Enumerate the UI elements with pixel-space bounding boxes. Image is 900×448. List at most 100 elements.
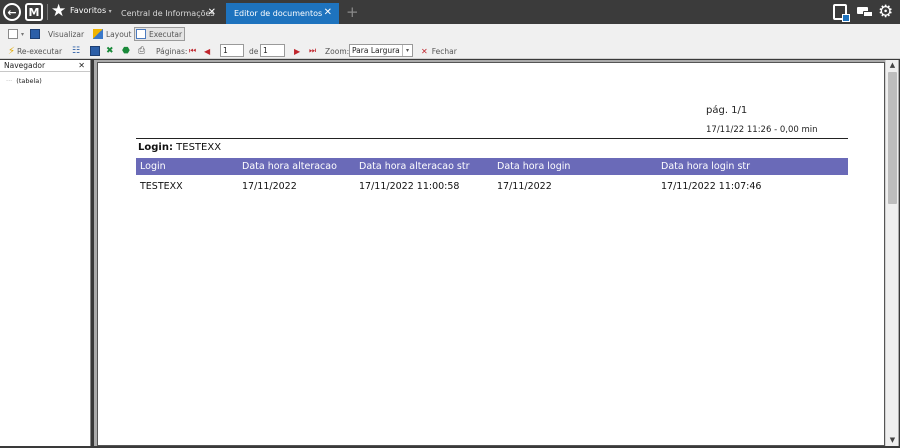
table-cell: 17/11/2022 11:00:58 [359,181,460,192]
tab-label: Central de Informações [121,9,215,18]
tree-connector: ··· [6,77,13,85]
save-icon [30,29,40,39]
table-cell: TESTEXX [140,181,183,192]
table-header: Login Data hora alteracao Data hora alte… [136,158,848,175]
export-excel-button[interactable]: ✖ [106,44,114,58]
executar-button[interactable]: Executar [134,27,186,41]
tree-item-label: (tabela) [16,77,42,85]
zoom-text: Zoom: [325,46,350,56]
column-header: Data hora alteracao [242,161,337,172]
zoom-label: Zoom: [325,44,349,58]
excel-icon: ✖ [106,46,114,56]
last-page-button[interactable]: ⏭ [309,44,316,58]
close-icon: ✕ [421,46,428,56]
zoom-select[interactable]: Para Largura ▾ [349,44,413,57]
login-value: TESTEXX [176,142,222,153]
generated-timestamp: 17/11/22 11:26 - 0,00 min [706,125,818,135]
tree-button[interactable]: ☷ [72,44,80,58]
login-label: Login: [138,142,173,153]
layout-icon [93,29,103,39]
de-label: de [249,44,258,58]
first-page-button[interactable]: ⏮ [189,44,196,58]
star-icon[interactable]: ★ [51,1,66,21]
total-pages-field: 1 [260,44,285,57]
toolbar-area: ▾ Visualizar Layout Executar ⚡ Re-execut… [0,24,900,59]
column-header: Login [140,161,166,172]
first-page-icon: ⏮ [189,46,197,55]
execute-icon [136,29,146,39]
tab-editor-de-documentos[interactable]: Editor de documentos ✕ [226,3,339,24]
tree-item-tabela[interactable]: ··· (tabela) [6,77,42,85]
export-button[interactable]: ⬣ [122,44,130,58]
favorites-menu[interactable]: Favoritos ▾ [70,6,112,15]
prev-page-button[interactable]: ◀ [204,44,210,58]
scroll-down-icon[interactable]: ▼ [886,435,899,446]
next-page-button[interactable]: ▶ [294,44,300,58]
chevron-down-icon: ▾ [108,8,112,15]
clipboard-icon[interactable] [833,4,850,22]
fechar-label: Fechar [431,46,457,56]
visualizar-button[interactable]: Visualizar [48,27,84,41]
new-document-button[interactable]: ▾ [8,27,24,41]
top-bar: ← M ★ Favoritos ▾ Central de Informações… [0,0,900,24]
navigator-header: Navegador ✕ [0,60,90,72]
save-button[interactable] [30,27,43,41]
close-icon[interactable]: ✕ [324,7,332,18]
scroll-up-icon[interactable]: ▲ [886,60,899,71]
save-report-button[interactable] [90,44,103,58]
paginas-text: Páginas: [156,46,188,56]
fechar-button[interactable]: ✕ Fechar [421,44,457,58]
back-arrow-icon[interactable]: ← [3,3,21,21]
document-viewer: pág. 1/1 17/11/22 11:26 - 0,00 min Login… [94,60,899,446]
layout-label: Layout [106,29,132,39]
login-group-header: Login: TESTEXX [138,142,221,153]
printer-icon: ⎙ [138,46,146,56]
save-icon [90,46,100,56]
current-page-input[interactable]: 1 [220,44,244,57]
close-icon[interactable]: ✕ [78,60,85,72]
last-page-icon: ⏭ [309,46,317,55]
tab-label: Editor de documentos [234,9,323,18]
home-logo-icon[interactable]: M [25,3,43,21]
navigator-panel: Navegador ✕ ··· (tabela) [0,60,91,446]
reexecutar-label: Re-executar [17,46,63,56]
prev-page-icon: ◀ [204,46,211,56]
report-page: pág. 1/1 17/11/22 11:26 - 0,00 min Login… [97,62,885,446]
column-header: Data hora alteracao str [359,161,470,172]
divider [136,138,848,139]
close-icon[interactable]: ✕ [208,7,216,18]
visualizar-label: Visualizar [48,29,85,39]
navigator-title: Navegador [4,61,46,70]
reexecutar-button[interactable]: ⚡ Re-executar [8,44,62,58]
export-icon: ⬣ [122,46,130,56]
document-icon [8,29,18,39]
divider [47,4,48,20]
zoom-value: Para Largura [352,46,400,55]
table-row: TESTEXX 17/11/2022 17/11/2022 11:00:58 1… [136,178,848,194]
toolbar-row-2: ⚡ Re-executar ☷ ✖ ⬣ ⎙ Páginas: ⏮ ◀ 1 de [0,43,900,59]
paginas-label: Páginas: [156,44,187,58]
vertical-scrollbar[interactable]: ▲ ▼ [885,60,898,446]
executar-label: Executar [149,29,183,39]
toolbar-row-1: ▾ Visualizar Layout Executar [0,26,900,42]
new-tab-plus-icon[interactable]: + [346,4,359,20]
print-button[interactable]: ⎙ [138,44,145,58]
next-page-icon: ▶ [294,46,301,56]
page-number: pág. 1/1 [706,105,748,116]
scrollbar-thumb[interactable] [888,72,897,204]
tab-central-de-informacoes[interactable]: Central de Informações ✕ [113,3,223,24]
layout-button[interactable]: Layout [93,27,132,41]
lightning-icon: ⚡ [8,45,16,57]
table-cell: 17/11/2022 11:07:46 [661,181,762,192]
table-cell: 17/11/2022 [242,181,297,192]
table-cell: 17/11/2022 [497,181,552,192]
chat-icon[interactable] [857,4,873,20]
de-text: de [249,46,259,56]
chevron-down-icon: ▾ [21,30,25,38]
gear-icon[interactable]: ⚙ [878,4,896,21]
chevron-down-icon: ▾ [402,45,412,56]
column-header: Data hora login str [661,161,751,172]
tree-icon: ☷ [72,46,81,56]
favorites-label: Favoritos [70,6,107,15]
column-header: Data hora login [497,161,571,172]
